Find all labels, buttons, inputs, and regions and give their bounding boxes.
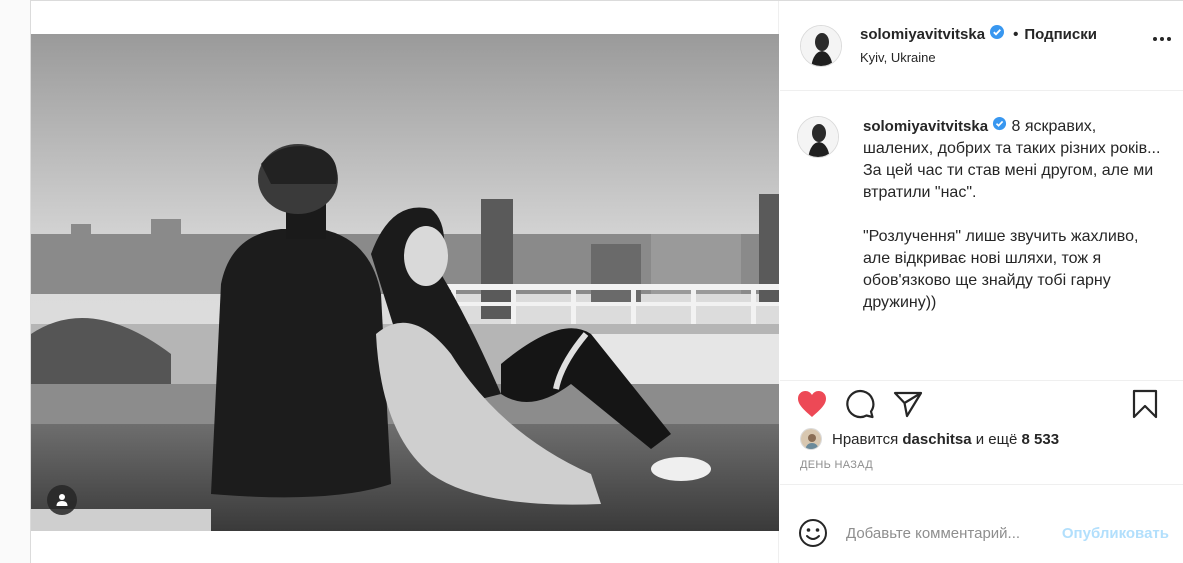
user-tag-icon (56, 494, 68, 506)
liker-username[interactable]: daschitsa (902, 431, 971, 448)
verified-badge-icon (989, 24, 1005, 44)
heart-icon (798, 391, 826, 417)
comment-icon (846, 389, 875, 419)
bookmark-icon (1132, 389, 1158, 419)
share-button[interactable] (890, 386, 926, 422)
following-button[interactable]: Подписки (1024, 26, 1097, 43)
photo-area (31, 1, 779, 563)
post-photo[interactable] (31, 34, 779, 531)
photo-image (31, 34, 779, 531)
user-tag-button[interactable] (47, 485, 77, 515)
liker-avatar[interactable] (800, 428, 822, 450)
location-link[interactable]: Kyiv, Ukraine (860, 50, 1097, 65)
avatar-image (798, 117, 838, 157)
caption-section: solomiyavitvitska 8 яскравих, шалених, д… (780, 91, 1183, 381)
post-sidebar: solomiyavitvitska • Подписки Kyiv, Ukrai… (780, 1, 1183, 563)
avatar-image (801, 25, 841, 66)
likes-count[interactable]: 8 533 (1022, 431, 1060, 448)
more-options-icon[interactable] (1153, 37, 1171, 41)
share-icon (893, 391, 923, 418)
caption-text: 8 яскравих, шалених, добрих та таких різ… (863, 118, 1161, 311)
like-button[interactable] (794, 386, 830, 422)
post-header: solomiyavitvitska • Подписки Kyiv, Ukrai… (780, 1, 1183, 91)
username-link[interactable]: solomiyavitvitska (860, 26, 985, 43)
emoji-icon[interactable] (798, 518, 828, 548)
comment-input[interactable] (846, 524, 1062, 542)
action-bar (780, 383, 1183, 425)
separator-dot: • (1013, 25, 1019, 43)
likes-prefix: Нравится (832, 430, 899, 448)
caption-avatar[interactable] (797, 116, 839, 158)
liker-avatar-image (801, 429, 821, 449)
publish-button[interactable]: Опубликовать (1062, 525, 1169, 542)
avatar[interactable] (800, 24, 842, 67)
likes-middle: и ещё (975, 430, 1018, 448)
comment-form: Опубликовать (780, 502, 1183, 563)
post-container: solomiyavitvitska • Подписки Kyiv, Ukrai… (30, 0, 1183, 563)
save-button[interactable] (1127, 386, 1163, 422)
comment-button[interactable] (842, 386, 878, 422)
caption-username[interactable]: solomiyavitvitska (863, 118, 988, 135)
post-date[interactable]: ДЕНЬ НАЗАД (780, 453, 1183, 485)
verified-badge-icon (992, 116, 1007, 138)
likes-summary: Нравится daschitsa и ещё 8 533 (780, 425, 1183, 453)
